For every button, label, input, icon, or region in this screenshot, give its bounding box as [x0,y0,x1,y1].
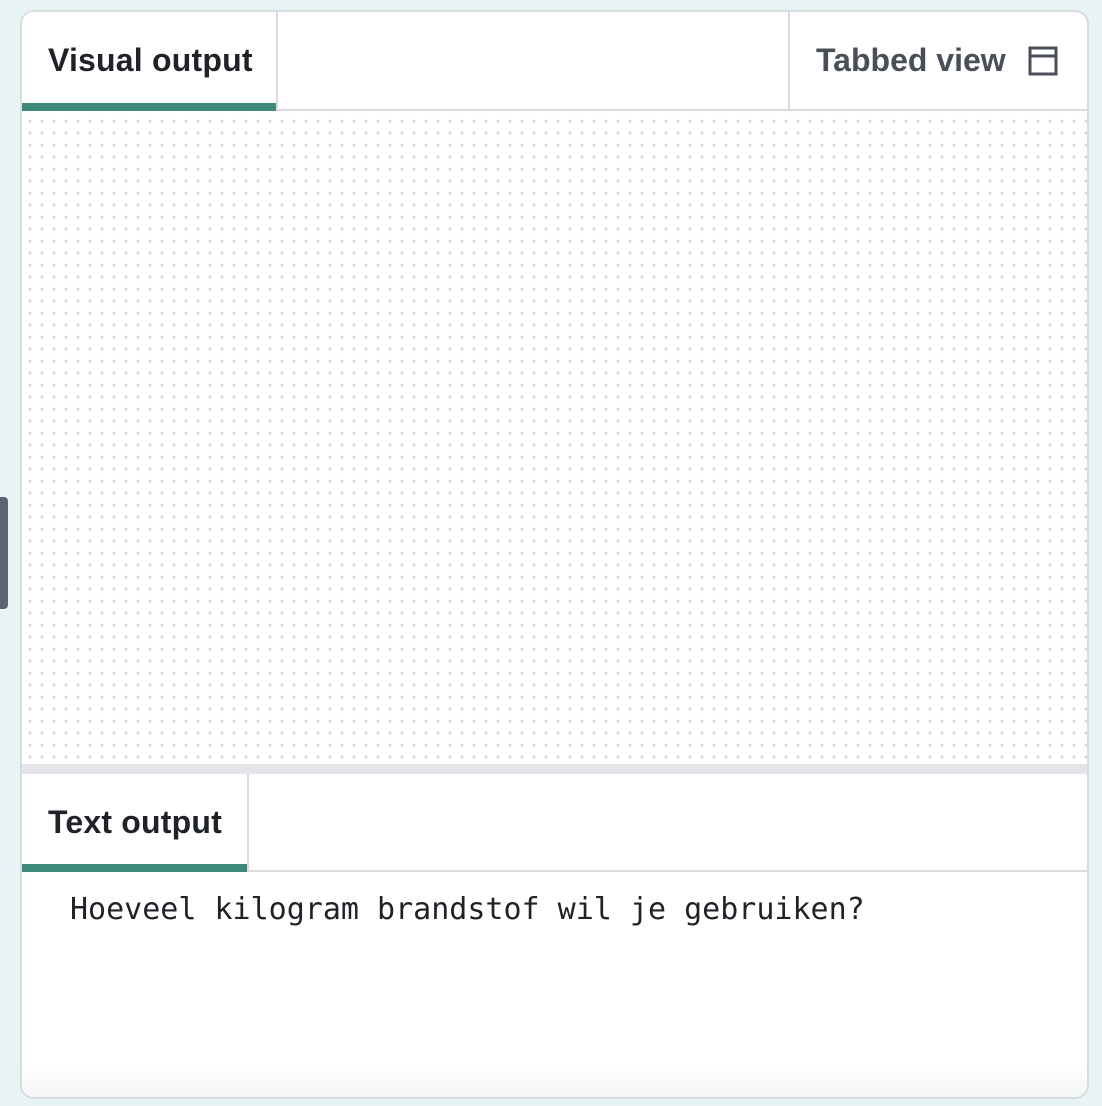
tab-text-output-label: Text output [48,803,223,840]
tabbed-view-button[interactable]: Tabbed view [788,12,1087,109]
console-line: Hoeveel kilogram brandstof wil je gebrui… [70,892,865,927]
text-tab-bar: Text output [22,774,1087,872]
tabbed-view-label: Tabbed view [816,42,1006,78]
visual-tab-bar: Visual output Tabbed view [22,12,1087,111]
resize-handle[interactable] [0,497,8,609]
text-output-console[interactable]: Hoeveel kilogram brandstof wil je gebrui… [22,872,1087,1097]
panel-splitter[interactable] [22,764,1087,774]
visual-output-canvas[interactable] [22,111,1087,764]
tab-visual-output-label: Visual output [48,42,253,78]
tab-text-output[interactable]: Text output [22,774,249,872]
output-panel: Visual output Tabbed view Text output Ho… [20,10,1089,1099]
window-icon [1028,46,1058,75]
tab-visual-output[interactable]: Visual output [22,12,278,111]
active-tab-indicator [22,103,276,111]
active-tab-indicator [22,864,247,872]
